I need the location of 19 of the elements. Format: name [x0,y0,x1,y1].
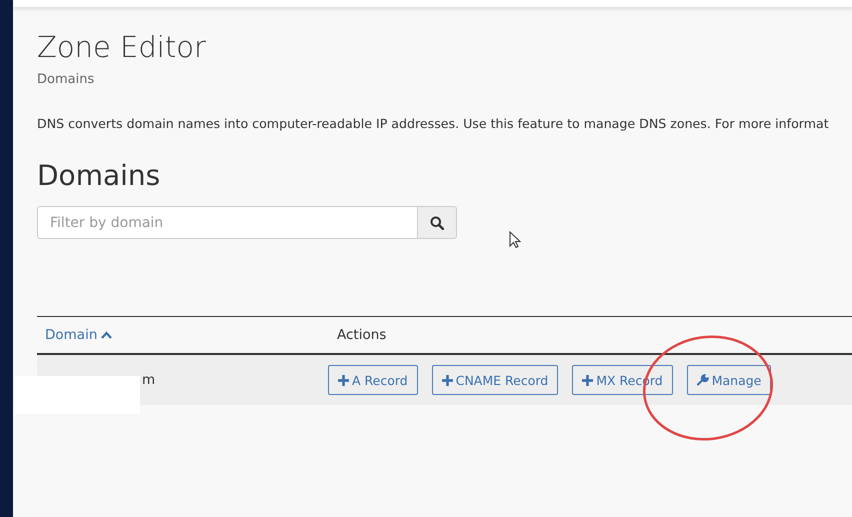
filter-field[interactable]: Filter by domain [37,206,418,239]
section-title: Domains [37,159,162,193]
description-text: DNS converts domain names into computer-readable IP addresses. Use this feature to manage DNS zones. For more informat [37,116,830,131]
column-header[interactable]: Actions [337,327,386,343]
page-title: Zone Editor [37,29,207,65]
domain-cell-text: m [141,372,156,388]
plus-icon [582,374,594,386]
column-header[interactable]: Domain [37,327,337,343]
breadcrumb: Domains [37,72,96,87]
search-icon [430,216,444,230]
action-button[interactable]: A Record [328,365,418,395]
plus-icon [442,374,453,386]
search-button[interactable] [418,206,457,239]
sort-up-icon [101,331,112,339]
cursor-icon [509,231,521,249]
wrench-icon [696,374,709,386]
plus-icon [338,374,349,386]
action-button[interactable]: CNAME Record [432,365,558,395]
action-button[interactable]: Manage [686,365,772,395]
